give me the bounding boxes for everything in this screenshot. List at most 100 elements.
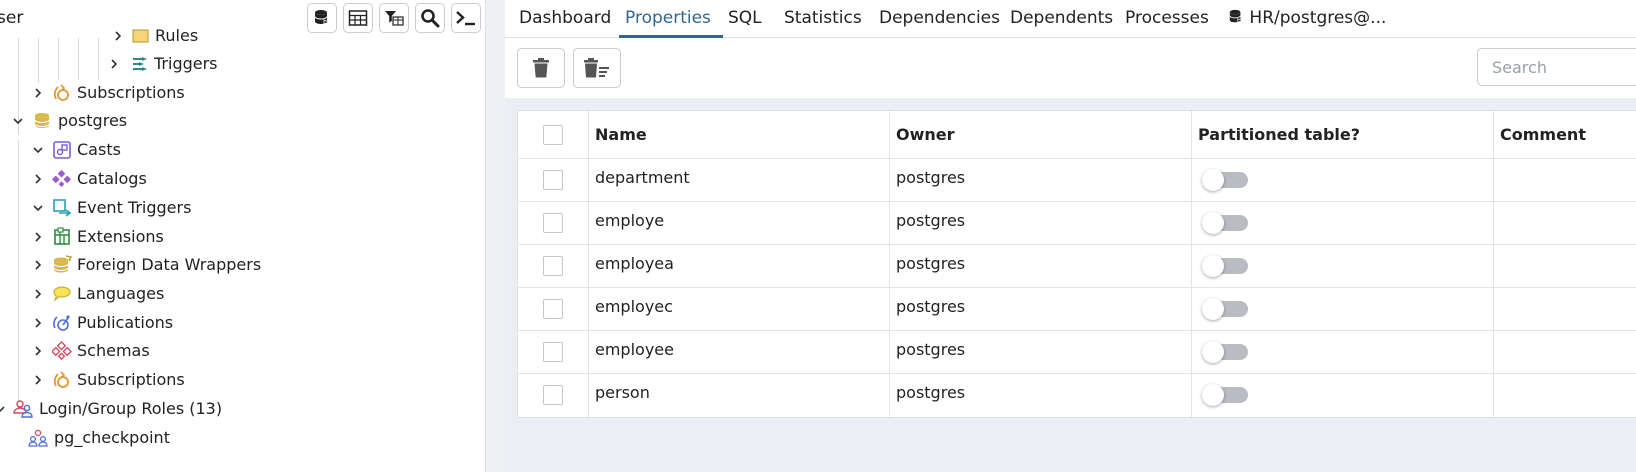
cell-text: employe <box>595 211 665 230</box>
search-input[interactable] <box>1477 48 1636 86</box>
cell-comment <box>1494 245 1636 287</box>
column-header-comment[interactable]: Comment <box>1494 111 1636 158</box>
delete-cascade-button[interactable] <box>573 48 621 88</box>
column-header-label: Owner <box>896 125 955 144</box>
tree-node-publications[interactable]: Publications <box>0 308 485 338</box>
tab-processes[interactable]: Processes <box>1125 0 1209 38</box>
database-icon <box>34 113 50 128</box>
tab-bar: Dashboard Properties SQL Statistics Depe… <box>505 0 1636 38</box>
database-icon <box>1229 9 1244 23</box>
triggers-icon <box>133 57 147 71</box>
table-row[interactable]: employec postgres <box>518 288 1636 331</box>
tree-node-event-triggers[interactable]: Event Triggers <box>0 193 485 223</box>
tree-node-pg-checkpoint[interactable]: pg_checkpoint <box>0 423 485 453</box>
cell-partitioned <box>1192 245 1494 287</box>
cell-partitioned <box>1192 331 1494 373</box>
cell-text: person <box>595 383 650 402</box>
row-checkbox[interactable] <box>543 213 563 233</box>
tree-node-triggers[interactable]: Triggers <box>0 49 485 79</box>
cell-owner: postgres <box>890 374 1192 417</box>
extensions-icon <box>54 227 70 245</box>
tab-dependents[interactable]: Dependents <box>1010 0 1113 38</box>
table-row[interactable]: person postgres <box>518 374 1636 417</box>
tab-sql[interactable]: SQL <box>728 0 762 38</box>
chevron-down-icon <box>13 118 23 125</box>
tree-node-extensions[interactable]: Extensions <box>0 222 485 252</box>
row-checkbox[interactable] <box>543 170 563 190</box>
panel-splitter[interactable] <box>485 0 506 472</box>
cell-text: postgres <box>896 211 966 230</box>
cell-name: department <box>589 159 890 201</box>
tree-node-label: Triggers <box>154 54 218 73</box>
row-checkbox[interactable] <box>543 299 563 319</box>
chevron-right-icon <box>111 59 118 69</box>
tree-node-label: Subscriptions <box>77 370 185 389</box>
chevron-right-icon <box>35 260 42 270</box>
subscriptions-icon <box>53 371 69 388</box>
select-all-checkbox[interactable] <box>543 125 563 145</box>
column-header-owner[interactable]: Owner <box>890 111 1192 158</box>
cell-comment <box>1494 374 1636 417</box>
column-header-name[interactable]: Name <box>589 111 890 158</box>
cell-owner: postgres <box>890 202 1192 244</box>
chevron-down-icon <box>33 205 43 212</box>
tree-node-label: pg_checkpoint <box>54 428 170 447</box>
tree-node-subscriptions[interactable]: Subscriptions <box>0 365 485 395</box>
row-checkbox[interactable] <box>543 342 563 362</box>
tree-node-subscriptions[interactable]: Subscriptions <box>0 78 485 108</box>
tree-node-label: Publications <box>77 313 174 332</box>
cell-text: postgres <box>896 254 966 273</box>
catalogs-icon <box>52 169 71 187</box>
cell-text: postgres <box>896 383 966 402</box>
table-row[interactable]: employe postgres <box>518 202 1636 245</box>
tree-node-catalogs[interactable]: Catalogs <box>0 164 485 194</box>
cell-owner: postgres <box>890 159 1192 201</box>
tree-node-label: Event Triggers <box>77 198 192 217</box>
table-row[interactable]: employee postgres <box>518 331 1636 374</box>
tab-query-tool[interactable]: HR/postgres@... <box>1228 0 1386 38</box>
partitioned-toggle <box>1202 212 1248 234</box>
chevron-right-icon <box>35 174 42 184</box>
row-select-cell <box>518 331 589 373</box>
chevron-right-icon <box>35 88 42 98</box>
main-content-panel: Dashboard Properties SQL Statistics Depe… <box>505 0 1636 472</box>
tab-dependencies[interactable]: Dependencies <box>879 0 1000 38</box>
cell-name: person <box>589 374 890 417</box>
table-row[interactable]: employea postgres <box>518 245 1636 288</box>
chevron-right-icon <box>35 232 42 242</box>
cell-comment <box>1494 159 1636 201</box>
row-checkbox[interactable] <box>543 385 563 405</box>
tree-node-foreign-data-wrappers[interactable]: Foreign Data Wrappers <box>0 250 485 280</box>
cell-partitioned <box>1192 159 1494 201</box>
tab-statistics[interactable]: Statistics <box>784 0 862 38</box>
tab-properties[interactable]: Properties <box>619 0 723 38</box>
casts-icon <box>53 141 71 159</box>
properties-grid-area: Name Owner Partitioned table? Comment de… <box>505 98 1636 472</box>
cell-text: postgres <box>896 168 966 187</box>
partitioned-toggle <box>1202 341 1248 363</box>
trash-cascade-icon <box>584 58 609 78</box>
tab-dashboard[interactable]: Dashboard <box>519 0 611 38</box>
row-select-cell <box>518 202 589 244</box>
chevron-down-icon <box>0 406 5 413</box>
delete-button[interactable] <box>517 48 565 88</box>
table-row[interactable]: department postgres <box>518 159 1636 202</box>
cell-name: employec <box>589 288 890 330</box>
tree-node-casts[interactable]: Casts <box>0 135 485 165</box>
tab-label: HR/postgres@... <box>1249 8 1387 28</box>
row-checkbox[interactable] <box>543 256 563 276</box>
cell-owner: postgres <box>890 331 1192 373</box>
tree-node-postgres[interactable]: postgres <box>0 106 485 136</box>
column-header-partitioned[interactable]: Partitioned table? <box>1192 111 1494 158</box>
chevron-right-icon <box>35 289 42 299</box>
tree-node-label: Schemas <box>77 341 150 360</box>
tree-node-login-group-roles[interactable]: Login/Group Roles (13) <box>0 394 485 424</box>
subscriptions-icon <box>53 84 69 101</box>
tree-node-languages[interactable]: Languages <box>0 279 485 309</box>
tree-node-schemas[interactable]: Schemas <box>0 336 485 366</box>
event-triggers-icon <box>53 199 72 217</box>
tree-node-label: Languages <box>77 284 165 303</box>
foreign-data-wrappers-icon <box>53 255 72 273</box>
cell-text: postgres <box>896 297 966 316</box>
tree-node-rules[interactable]: Rules <box>0 21 485 51</box>
